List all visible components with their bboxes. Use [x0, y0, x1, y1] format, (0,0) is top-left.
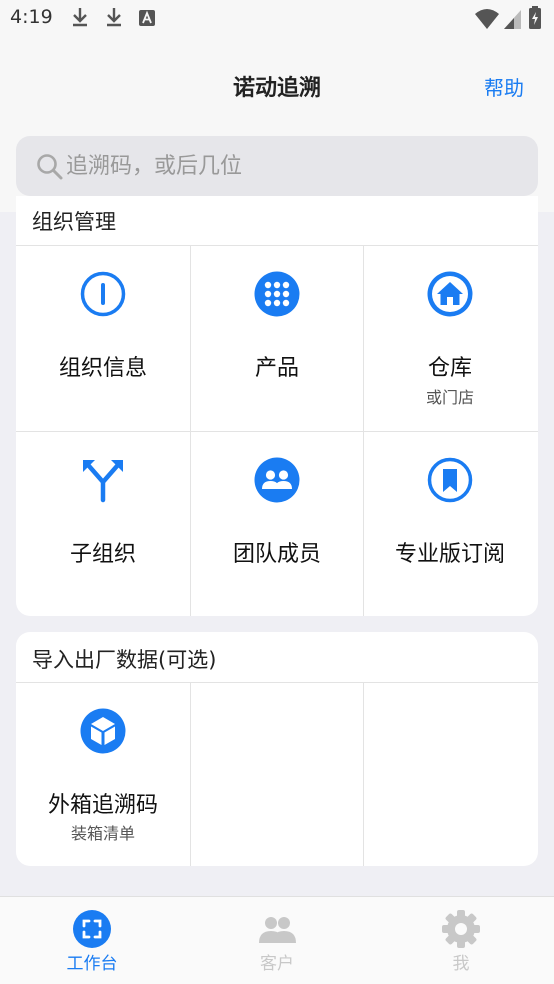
- scan-icon: [73, 910, 111, 948]
- page-title: 诺动追溯: [232, 76, 321, 101]
- search-input[interactable]: [66, 136, 526, 196]
- help-button[interactable]: 帮助: [484, 72, 524, 101]
- item-sublabel: 装箱清单: [70, 824, 135, 843]
- download-icon: [73, 8, 87, 27]
- org-info-item[interactable]: 组织信息: [16, 246, 190, 431]
- org-management-card: 组织管理 组织信息 产品 仓库 或门店 子组织 团队成员 专业版订阅: [16, 196, 538, 616]
- import-data-card: 导入出厂数据(可选) 外箱追溯码 装箱清单: [16, 632, 538, 866]
- search-icon: [37, 154, 63, 180]
- tab-customers[interactable]: 客户: [185, 897, 369, 984]
- item-sublabel: 或门店: [425, 388, 474, 407]
- users-icon: [259, 917, 296, 943]
- sub-org-item[interactable]: 子组织: [16, 432, 190, 616]
- item-label: 外箱追溯码: [47, 793, 158, 818]
- item-label: 仓库: [427, 356, 472, 381]
- divider: [190, 682, 191, 866]
- search-bar[interactable]: [16, 136, 538, 196]
- gear-icon: [442, 910, 480, 948]
- item-label: 团队成员: [232, 542, 321, 567]
- divider: [363, 682, 364, 866]
- signal-icon: [504, 10, 521, 29]
- wifi-icon: [475, 9, 499, 29]
- section-title: 导入出厂数据(可选): [32, 648, 217, 672]
- team-members-item[interactable]: 团队成员: [190, 432, 364, 616]
- tab-workbench[interactable]: 工作台: [0, 897, 184, 984]
- grid-icon: [254, 271, 300, 317]
- tab-label: 客户: [260, 954, 294, 974]
- navigation-bar: 诺动追溯 帮助: [0, 38, 554, 132]
- battery-icon: [529, 6, 541, 29]
- tab-label: 我: [452, 954, 470, 974]
- tab-label: 工作台: [66, 954, 118, 974]
- warehouse-item[interactable]: 仓库 或门店: [363, 246, 537, 431]
- section-title: 组织管理: [32, 210, 116, 234]
- tab-me[interactable]: 我: [369, 897, 553, 984]
- info-icon: [80, 271, 126, 317]
- outer-box-code-item[interactable]: 外箱追溯码 装箱清单: [16, 683, 190, 866]
- box-icon: [80, 708, 126, 754]
- products-item[interactable]: 产品: [190, 246, 364, 431]
- item-label: 子组织: [69, 542, 136, 567]
- download-icon: [107, 8, 121, 27]
- home-icon: [427, 271, 473, 317]
- status-time: 4:19: [10, 6, 53, 28]
- pro-subscription-item[interactable]: 专业版订阅: [363, 432, 537, 616]
- team-icon: [254, 457, 300, 503]
- item-label: 产品: [254, 356, 299, 381]
- fork-icon: [83, 460, 123, 503]
- bookmark-icon: [427, 457, 473, 503]
- status-bar: 4:19: [0, 0, 554, 38]
- notification-icon: [139, 10, 155, 26]
- tab-bar: 工作台 客户 我: [0, 896, 554, 984]
- item-label: 专业版订阅: [394, 542, 505, 567]
- item-label: 组织信息: [58, 356, 147, 381]
